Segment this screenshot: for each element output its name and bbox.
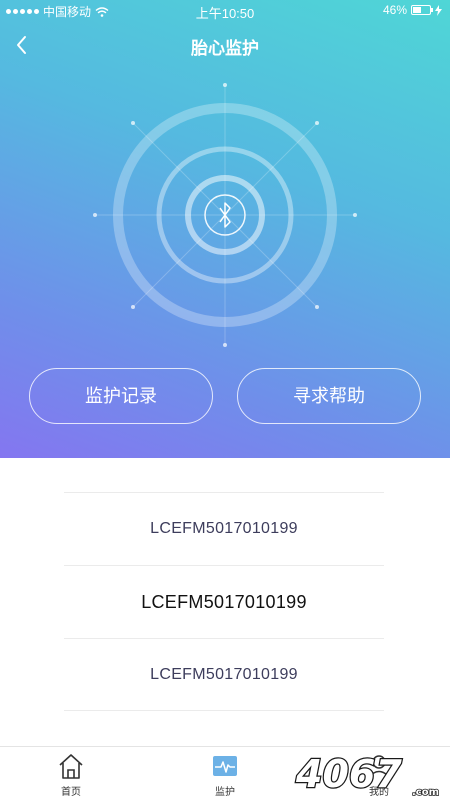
device-item-3[interactable]: LCEFM5017010199 xyxy=(64,638,384,711)
battery-percent: 46% xyxy=(382,3,407,17)
hero-section: 中国移动 上午10:50 46% 胎心监护 监护记录 寻求帮助 xyxy=(0,0,450,458)
charging-icon xyxy=(435,4,442,16)
bluetooth-radar[interactable] xyxy=(90,80,360,350)
seek-help-button[interactable]: 寻求帮助 xyxy=(237,368,421,424)
svg-text:.com: .com xyxy=(412,787,439,798)
home-icon xyxy=(59,754,83,779)
battery-icon xyxy=(411,5,433,15)
device-list: LCEFM5017010199 LCEFM5017010199 LCEFM501… xyxy=(64,492,384,711)
monitor-records-button[interactable]: 监护记录 xyxy=(29,368,213,424)
tab-monitor-label: 监护 xyxy=(215,787,235,798)
watermark-logo: 4067 .com xyxy=(294,751,440,799)
device-item-1[interactable]: LCEFM5017010199 xyxy=(64,492,384,565)
page-title: 胎心监护 xyxy=(191,39,259,58)
device-item-2[interactable]: LCEFM5017010199 xyxy=(64,565,384,638)
tab-monitor[interactable]: 监护 xyxy=(190,751,260,799)
status-bar: 中国移动 上午10:50 46% xyxy=(0,0,450,22)
monitor-icon xyxy=(213,756,237,776)
svg-text:4067: 4067 xyxy=(295,752,402,796)
nav-bar: 胎心监护 xyxy=(0,26,450,64)
tab-home-label: 首页 xyxy=(61,787,81,798)
tab-home[interactable]: 首页 xyxy=(36,751,106,799)
